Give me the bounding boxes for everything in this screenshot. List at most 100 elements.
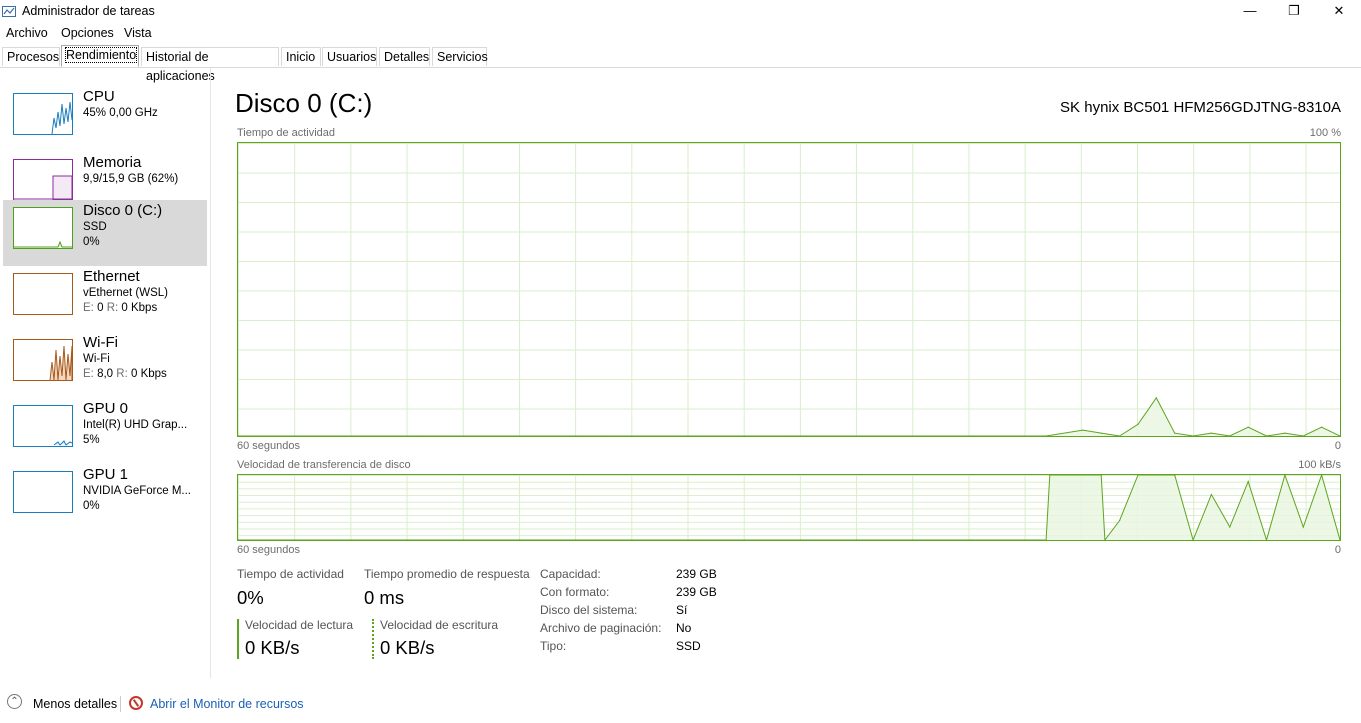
activity-graph-svg (238, 396, 1340, 436)
fewer-details-label: Menos detalles (33, 697, 118, 711)
ethernet-throughput: E: 0 R: 0 Kbps (83, 302, 158, 314)
gpu0-name: GPU 0 (83, 400, 129, 417)
activity-graph (237, 142, 1341, 437)
tab-bar: Procesos Rendimiento Historial de aplica… (0, 45, 1361, 83)
page-file-value: No (676, 621, 692, 635)
sidebar-item-cpu[interactable]: CPU 45% 0,00 GHz (3, 86, 207, 152)
wifi-adapter: Wi-Fi (83, 353, 110, 365)
ethernet-name: Ethernet (83, 268, 140, 285)
wifi-throughput: E: 8,0 R: 0 Kbps (83, 368, 167, 380)
gpu1-model: NVIDIA GeForce M... (83, 485, 191, 497)
close-button[interactable]: ✕ (1316, 0, 1361, 24)
tab-servicios[interactable]: Servicios (432, 47, 488, 66)
menu-archivo[interactable]: Archivo (6, 26, 48, 40)
sidebar-item-wifi[interactable]: Wi-Fi Wi-Fi E: 8,0 R: 0 Kbps (3, 332, 207, 398)
transfer-series-point (604, 539, 606, 540)
activity-graph-max: 100 % (1309, 127, 1341, 139)
minimize-button[interactable]: — (1227, 0, 1273, 24)
wifi-name: Wi-Fi (83, 334, 118, 351)
tab-usuarios[interactable]: Usuarios (322, 47, 377, 66)
transfer-graph-label: Velocidad de transferencia de disco (237, 459, 411, 471)
activity-graph-label: Tiempo de actividad (237, 127, 336, 139)
sidebar-item-disco[interactable]: Disco 0 (C:) SSD 0% (3, 200, 207, 266)
activity-series-point (238, 435, 239, 436)
transfer-series-area (238, 475, 1340, 540)
activity-series-point (1247, 426, 1249, 428)
read-speed-bar (237, 619, 239, 659)
disk-name: Disco 0 (C:) (83, 202, 163, 219)
gpu0-model: Intel(R) UHD Grap... (83, 419, 188, 431)
wifi-thumbnail (13, 339, 73, 381)
transfer-series-point (1119, 519, 1121, 522)
tab-detalles[interactable]: Detalles (379, 47, 430, 66)
formatted-value: 239 GB (676, 585, 717, 599)
disk-usage: 0% (83, 236, 100, 248)
response-time-label: Tiempo promedio de respuesta (364, 567, 530, 581)
activity-time-value: 0% (237, 587, 264, 608)
read-speed-value: 0 KB/s (245, 637, 300, 658)
transfer-graph-min: 0 (1334, 544, 1341, 556)
transfer-series-point (1229, 526, 1231, 528)
system-disk-value: Sí (676, 603, 688, 617)
write-speed-bar (372, 619, 374, 659)
tab-inicio[interactable]: Inicio (281, 47, 321, 66)
gpu1-name: GPU 1 (83, 466, 129, 483)
transfer-graph (237, 474, 1341, 541)
sidebar-item-ethernet[interactable]: Ethernet vEthernet (WSL) E: 0 R: 0 Kbps (3, 266, 207, 332)
activity-series-point (1155, 397, 1157, 399)
activity-series-point (1210, 432, 1212, 434)
cpu-thumbnail (13, 93, 73, 135)
transfer-series-point (1210, 493, 1212, 496)
title-bar: Administrador de tareas — ❐ ✕ (0, 0, 1361, 24)
gpu1-thumbnail (13, 471, 73, 513)
transfer-graph-max: 100 kB/s (1298, 459, 1341, 471)
chevron-up-icon: ⌃ (7, 694, 22, 709)
performance-sidebar: CPU 45% 0,00 GHz Memoria 9,9/15,9 GB (62… (0, 68, 211, 678)
maximize-button[interactable]: ❐ (1271, 0, 1317, 24)
transfer-series-point (788, 539, 790, 540)
sidebar-item-gpu1[interactable]: GPU 1 NVIDIA GeForce M... 0% (3, 464, 207, 530)
disk-model: SK hynix BC501 HFM256GDJTNG-8310A (1060, 99, 1341, 116)
write-speed-label: Velocidad de escritura (380, 618, 499, 632)
resource-monitor-icon (129, 696, 143, 710)
page-file-label: Archivo de paginación: (540, 621, 662, 635)
activity-series-point (788, 435, 790, 436)
transfer-series-point (972, 539, 974, 540)
transfer-series-point (238, 539, 239, 540)
disk-type: SSD (83, 221, 107, 233)
activity-time-label: Tiempo de actividad (237, 567, 344, 581)
capacity-label: Capacidad: (540, 567, 601, 581)
transfer-series-point (1247, 480, 1249, 483)
activity-series-point (1174, 432, 1176, 434)
transfer-graph-svg (238, 475, 1340, 540)
response-time-value: 0 ms (364, 587, 405, 608)
read-speed-label: Velocidad de lectura (245, 618, 354, 632)
resource-monitor-link[interactable]: Abrir el Monitor de recursos (150, 697, 304, 711)
tab-rendimiento-label: Rendimiento (64, 47, 138, 63)
cpu-usage: 45% 0,00 GHz (83, 107, 158, 119)
activity-series-line (238, 396, 1340, 436)
formatted-label: Con formato: (540, 585, 610, 599)
transfer-series-point (421, 539, 423, 540)
sidebar-item-gpu0[interactable]: GPU 0 Intel(R) UHD Grap... 5% (3, 398, 207, 464)
activity-graph-min: 0 (1334, 440, 1341, 452)
gpu1-usage: 0% (83, 500, 100, 512)
disk-thumbnail (13, 207, 73, 249)
activity-graph-time: 60 segundos (237, 440, 300, 452)
memory-usage: 9,9/15,9 GB (62%) (83, 173, 179, 185)
activity-series-point (421, 435, 423, 436)
activity-series-point (1082, 429, 1084, 431)
tab-rendimiento[interactable]: Rendimiento (61, 45, 139, 67)
activity-series-point (972, 435, 974, 436)
ethernet-thumbnail (13, 273, 73, 315)
capacity-value: 239 GB (676, 567, 717, 581)
menu-opciones[interactable]: Opciones (61, 26, 114, 40)
system-disk-label: Disco del sistema: (540, 603, 638, 617)
tab-procesos[interactable]: Procesos (2, 47, 60, 66)
transfer-series-point (1302, 526, 1304, 528)
menu-vista[interactable]: Vista (124, 26, 152, 40)
write-speed-value: 0 KB/s (380, 637, 435, 658)
gpu0-usage: 5% (83, 434, 100, 446)
memory-name: Memoria (83, 154, 142, 171)
tab-historial[interactable]: Historial de aplicaciones (141, 47, 279, 83)
